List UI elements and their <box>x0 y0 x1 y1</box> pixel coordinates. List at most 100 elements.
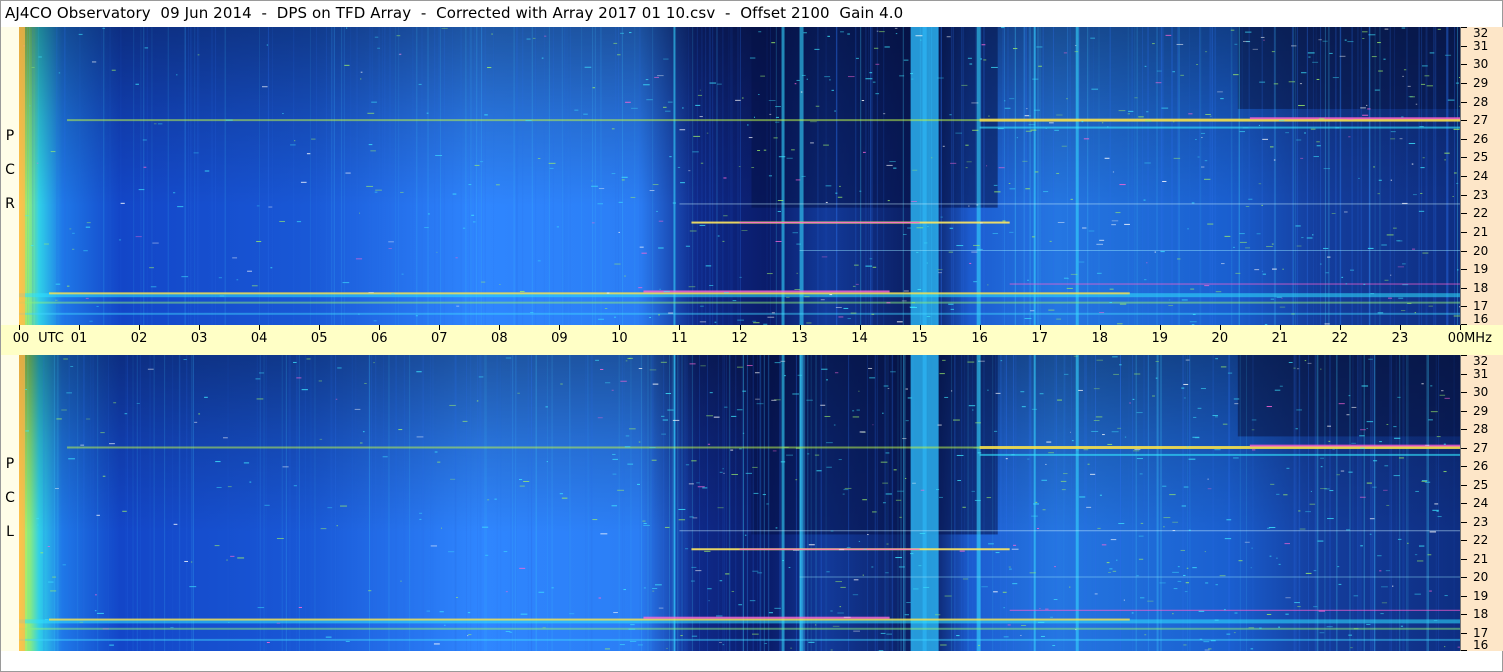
speckle <box>1360 429 1366 431</box>
speckle <box>1070 273 1078 275</box>
speckle <box>1009 568 1012 570</box>
utc-tick <box>1099 325 1101 330</box>
speckle <box>838 549 845 551</box>
speckle <box>1112 171 1115 173</box>
interference-line <box>83 355 85 651</box>
interference-line <box>1238 27 1240 325</box>
speckle <box>1284 543 1290 545</box>
speckle <box>600 533 608 535</box>
interference-line <box>190 27 192 325</box>
speckle <box>680 635 683 637</box>
speckle <box>614 263 621 265</box>
speckle <box>1386 504 1390 506</box>
speckle <box>838 459 842 461</box>
speckle <box>939 373 945 375</box>
interference-line <box>484 355 486 651</box>
speckle <box>949 114 952 116</box>
interference-line <box>1028 355 1030 651</box>
interference-line <box>722 355 724 651</box>
speckle <box>973 447 980 449</box>
speckle <box>36 518 40 520</box>
speckle <box>1146 262 1148 264</box>
interference-line <box>663 355 665 651</box>
interference-line <box>1456 27 1458 325</box>
speckle <box>1008 182 1011 184</box>
freq-tick <box>1461 577 1467 578</box>
speckle <box>467 635 469 637</box>
speckle <box>1233 74 1239 76</box>
interference-line <box>427 27 429 325</box>
speckle <box>456 305 460 307</box>
interference-line <box>1359 355 1361 651</box>
speckle <box>923 242 928 244</box>
speckle <box>1421 65 1428 67</box>
speckle <box>1049 240 1052 242</box>
speckle <box>1341 276 1344 278</box>
speckle <box>956 245 964 247</box>
utc-tick <box>139 325 141 330</box>
interference-line <box>975 27 977 325</box>
speckle <box>1039 393 1044 395</box>
interference-line <box>1307 355 1309 651</box>
interference-line <box>717 355 719 651</box>
emission-band <box>739 548 920 550</box>
interference-line <box>332 355 334 651</box>
speckle <box>1279 306 1286 308</box>
speckle <box>706 415 714 417</box>
interference-line <box>1014 27 1016 325</box>
speckle <box>1332 77 1339 79</box>
interference-line <box>810 355 812 651</box>
speckle <box>719 641 722 643</box>
interference-line <box>330 355 332 651</box>
speckle <box>1134 449 1141 451</box>
interference-line <box>416 27 418 325</box>
speckle <box>695 570 702 572</box>
speckle <box>872 511 877 513</box>
speckle <box>1188 458 1196 460</box>
speckle <box>1101 122 1104 124</box>
speckle <box>157 123 163 125</box>
interference-line <box>1042 27 1044 325</box>
speckle <box>741 230 748 232</box>
interference-line <box>995 355 997 651</box>
speckle <box>1093 420 1100 422</box>
edge-glow <box>19 27 25 325</box>
utc-tick <box>979 325 981 330</box>
speckle <box>1250 648 1254 650</box>
speckle <box>509 631 513 633</box>
speckle <box>649 316 651 318</box>
speckle <box>1096 272 1102 274</box>
speckle <box>865 78 873 80</box>
speckle <box>1176 43 1184 45</box>
interference-line <box>309 27 311 325</box>
speckle <box>1037 621 1045 623</box>
interference-line <box>737 27 739 325</box>
speckle <box>1155 361 1159 363</box>
speckle <box>869 258 873 260</box>
speckle <box>1116 559 1118 561</box>
speckle <box>1336 474 1340 476</box>
speckle <box>1339 55 1346 57</box>
speckle <box>796 243 801 245</box>
interference-line <box>1295 355 1297 651</box>
emission-band <box>1249 117 1460 120</box>
speckle <box>1296 409 1302 411</box>
interference-line <box>587 355 589 651</box>
speckle <box>833 424 836 426</box>
interference-line <box>1406 27 1408 325</box>
speckle <box>704 550 711 552</box>
utc-tick-label: 10 <box>611 331 628 346</box>
speckle <box>1027 279 1029 281</box>
speckle <box>215 461 221 463</box>
speckle <box>955 132 963 134</box>
speckle <box>375 189 382 191</box>
interference-line <box>1360 27 1362 325</box>
speckle <box>946 293 948 295</box>
speckle <box>682 107 684 109</box>
speckle <box>1242 127 1249 129</box>
speckle <box>834 372 839 374</box>
speckle <box>597 203 604 205</box>
speckle <box>829 79 831 81</box>
interference-line <box>1182 355 1184 651</box>
speckle <box>36 162 39 164</box>
